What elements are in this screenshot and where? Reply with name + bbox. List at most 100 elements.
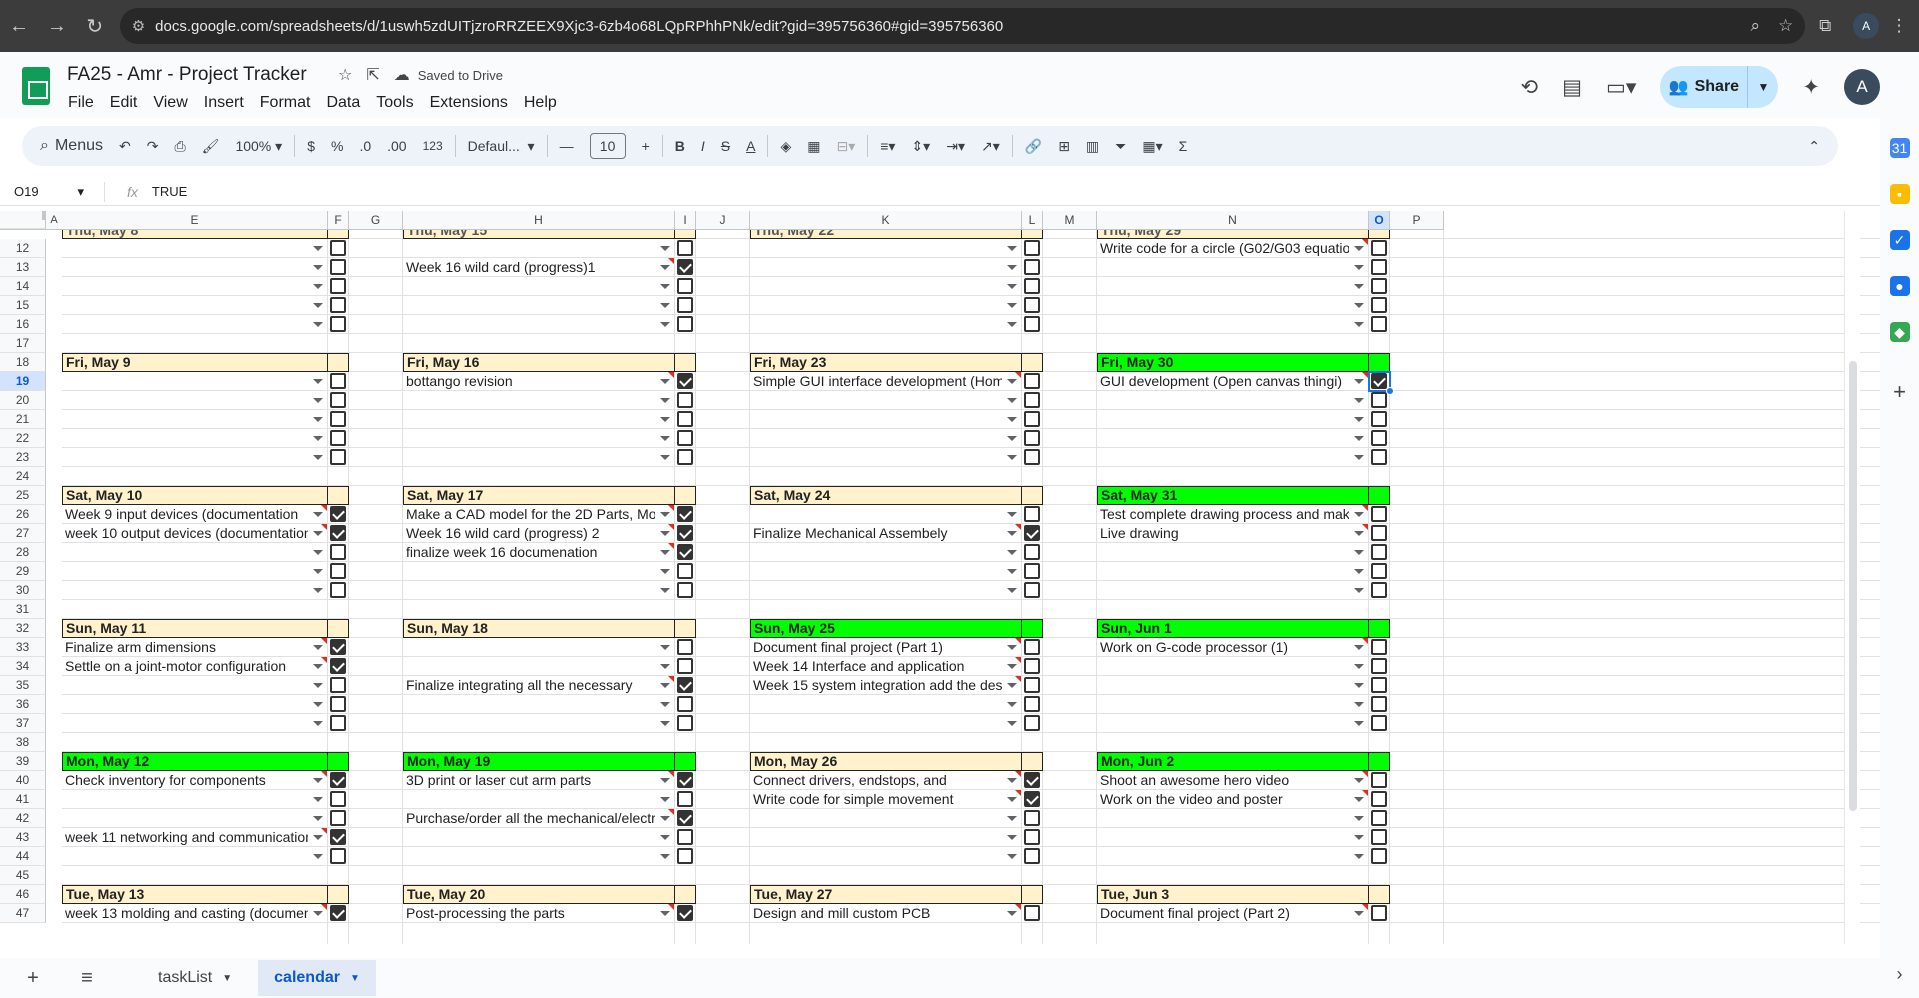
text-rotation-icon[interactable]: ↗▾ bbox=[973, 126, 1008, 166]
task-cell[interactable] bbox=[1097, 315, 1349, 334]
task-checkbox[interactable] bbox=[1371, 848, 1387, 864]
dropdown-arrow-icon[interactable] bbox=[1354, 911, 1364, 916]
task-checkbox[interactable] bbox=[1024, 677, 1040, 693]
dropdown-arrow-icon[interactable] bbox=[313, 911, 323, 916]
task-cell[interactable] bbox=[62, 429, 308, 448]
task-checkbox[interactable] bbox=[1371, 772, 1387, 788]
task-checkbox[interactable] bbox=[330, 392, 346, 408]
row-header[interactable]: 44 bbox=[0, 847, 46, 866]
all-sheets-icon[interactable]: ≡ bbox=[66, 967, 108, 990]
dropdown-arrow-icon[interactable] bbox=[660, 284, 670, 289]
dropdown-arrow-icon[interactable] bbox=[1354, 569, 1364, 574]
row-header[interactable]: 12 bbox=[0, 239, 46, 258]
task-cell[interactable]: Check inventory for components bbox=[62, 771, 308, 790]
forward-icon[interactable]: → bbox=[38, 0, 76, 52]
row-header[interactable]: 17 bbox=[0, 334, 46, 353]
menu-format[interactable]: Format bbox=[252, 92, 319, 114]
version-history-icon[interactable]: ⟲ bbox=[1521, 75, 1539, 100]
task-checkbox[interactable] bbox=[1024, 430, 1040, 446]
task-checkbox[interactable] bbox=[1371, 259, 1387, 275]
decrease-font-size-icon[interactable]: — bbox=[552, 126, 582, 166]
task-checkbox[interactable] bbox=[1024, 373, 1040, 389]
task-checkbox[interactable] bbox=[1371, 658, 1387, 674]
dropdown-arrow-icon[interactable] bbox=[313, 322, 323, 327]
task-cell[interactable] bbox=[62, 315, 308, 334]
font-select[interactable]: Defaul... ▾ bbox=[460, 126, 543, 166]
task-cell[interactable] bbox=[750, 714, 1002, 733]
dropdown-arrow-icon[interactable] bbox=[313, 512, 323, 517]
task-checkbox[interactable] bbox=[677, 373, 693, 389]
task-cell[interactable] bbox=[1097, 562, 1349, 581]
task-checkbox[interactable] bbox=[1024, 316, 1040, 332]
task-checkbox[interactable] bbox=[1024, 240, 1040, 256]
task-checkbox[interactable] bbox=[1371, 582, 1387, 598]
row-header[interactable]: 36 bbox=[0, 695, 46, 714]
dropdown-arrow-icon[interactable] bbox=[660, 835, 670, 840]
row-header[interactable]: 47 bbox=[0, 904, 46, 923]
bookmark-star-icon[interactable]: ☆ bbox=[1778, 16, 1793, 36]
fill-color-icon[interactable]: ◈ bbox=[772, 126, 799, 166]
task-cell[interactable] bbox=[62, 581, 308, 600]
task-cell[interactable] bbox=[750, 505, 1002, 524]
task-checkbox[interactable] bbox=[1024, 563, 1040, 579]
column-header-o[interactable]: O bbox=[1369, 211, 1390, 230]
task-checkbox[interactable] bbox=[677, 677, 693, 693]
task-cell[interactable] bbox=[750, 277, 1002, 296]
row-header[interactable]: 38 bbox=[0, 733, 46, 752]
task-cell[interactable] bbox=[62, 695, 308, 714]
cell-area[interactable]: Thu, May 8 Thu, May 15 Week 16 wild card (… bbox=[62, 230, 1880, 944]
task-checkbox[interactable] bbox=[330, 449, 346, 465]
dropdown-arrow-icon[interactable] bbox=[1354, 398, 1364, 403]
task-cell[interactable] bbox=[1097, 296, 1349, 315]
dropdown-arrow-icon[interactable] bbox=[1354, 702, 1364, 707]
print-icon[interactable]: ⎙ bbox=[166, 126, 193, 166]
dropdown-arrow-icon[interactable] bbox=[313, 702, 323, 707]
task-checkbox[interactable] bbox=[330, 639, 346, 655]
dropdown-arrow-icon[interactable] bbox=[1354, 436, 1364, 441]
task-cell[interactable] bbox=[750, 562, 1002, 581]
task-cell[interactable] bbox=[1097, 448, 1349, 467]
extensions-icon[interactable]: ⧉ bbox=[1805, 0, 1845, 52]
dropdown-arrow-icon[interactable] bbox=[1354, 550, 1364, 555]
dropdown-arrow-icon[interactable] bbox=[1354, 322, 1364, 327]
row-header[interactable]: 23 bbox=[0, 448, 46, 467]
task-cell[interactable] bbox=[1097, 676, 1349, 695]
task-checkbox[interactable] bbox=[677, 829, 693, 845]
row-header[interactable]: 35 bbox=[0, 676, 46, 695]
dropdown-arrow-icon[interactable] bbox=[1354, 455, 1364, 460]
task-cell[interactable] bbox=[750, 828, 1002, 847]
task-cell[interactable] bbox=[62, 391, 308, 410]
dropdown-arrow-icon[interactable] bbox=[1007, 664, 1017, 669]
name-box[interactable]: O19 ▾ bbox=[0, 181, 105, 202]
row-header[interactable]: 45 bbox=[0, 866, 46, 885]
task-checkbox[interactable] bbox=[1371, 297, 1387, 313]
insert-link-icon[interactable]: 🔗 bbox=[1017, 126, 1050, 166]
task-cell[interactable] bbox=[403, 790, 655, 809]
task-checkbox[interactable] bbox=[1024, 449, 1040, 465]
task-checkbox[interactable] bbox=[677, 392, 693, 408]
task-cell[interactable]: Week 14 Interface and application bbox=[750, 657, 1002, 676]
dropdown-arrow-icon[interactable] bbox=[313, 854, 323, 859]
meet-icon[interactable]: ▭▾ bbox=[1606, 75, 1636, 100]
zoom-select[interactable]: 100% ▾ bbox=[227, 126, 290, 166]
row-header[interactable]: 42 bbox=[0, 809, 46, 828]
task-cell[interactable] bbox=[1097, 714, 1349, 733]
dropdown-arrow-icon[interactable] bbox=[1007, 265, 1017, 270]
menu-data[interactable]: Data bbox=[318, 92, 368, 114]
dropdown-arrow-icon[interactable] bbox=[313, 550, 323, 555]
task-checkbox[interactable] bbox=[330, 525, 346, 541]
comments-icon[interactable]: ▤ bbox=[1562, 75, 1582, 100]
dropdown-arrow-icon[interactable] bbox=[1354, 265, 1364, 270]
task-cell[interactable]: Make a CAD model for the 2D Parts, Motor… bbox=[403, 505, 655, 524]
row-header[interactable]: 19 bbox=[0, 372, 46, 391]
task-cell[interactable] bbox=[403, 448, 655, 467]
task-cell[interactable] bbox=[62, 277, 308, 296]
dropdown-arrow-icon[interactable] bbox=[1007, 398, 1017, 403]
task-checkbox[interactable] bbox=[330, 373, 346, 389]
task-cell[interactable]: week 10 output devices (documentation bbox=[62, 524, 308, 543]
task-cell[interactable] bbox=[62, 562, 308, 581]
dropdown-arrow-icon[interactable] bbox=[313, 569, 323, 574]
task-cell[interactable] bbox=[403, 296, 655, 315]
task-cell[interactable] bbox=[403, 581, 655, 600]
redo-icon[interactable]: ↷ bbox=[139, 126, 167, 166]
